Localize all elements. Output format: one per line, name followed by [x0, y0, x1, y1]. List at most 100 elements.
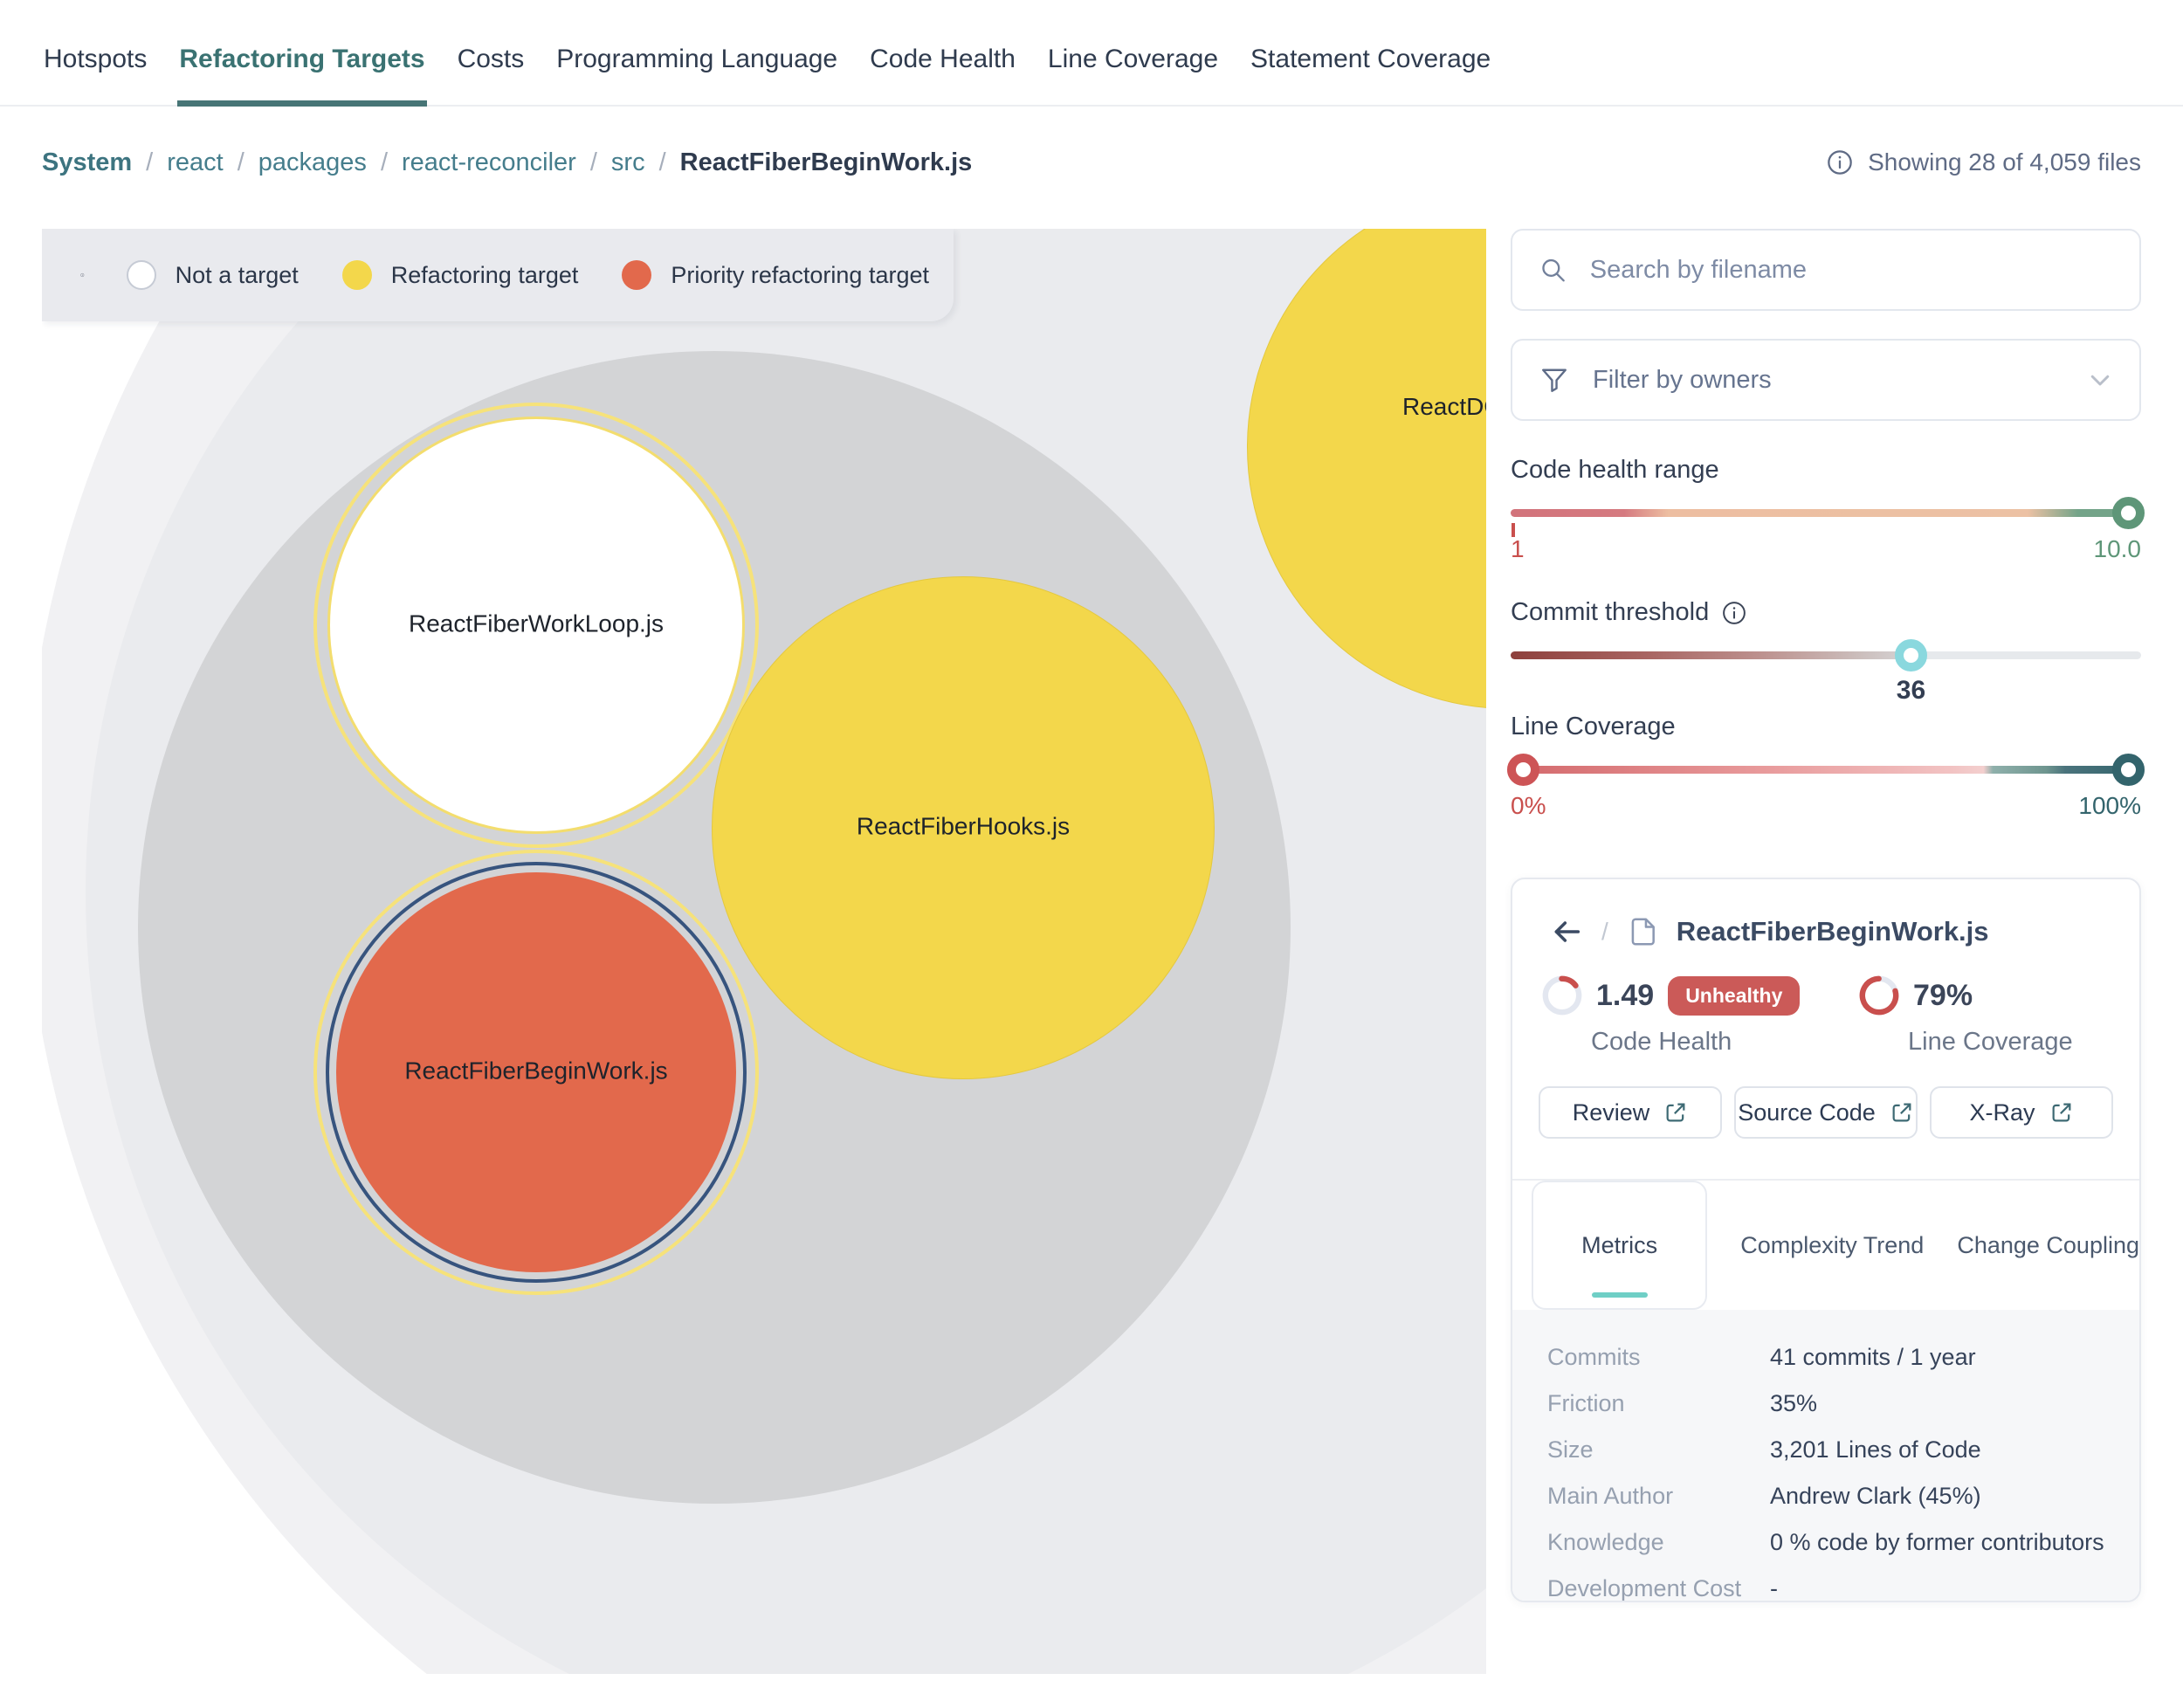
breadcrumb-src[interactable]: src [611, 148, 645, 177]
external-link-icon [1890, 1100, 1914, 1125]
files-summary-text: Showing 28 of 4,059 files [1868, 148, 2141, 176]
tab-complexity-trend[interactable]: Complexity Trend [1740, 1232, 1924, 1259]
slider-track[interactable] [1511, 766, 2141, 774]
unhealthy-badge: Unhealthy [1668, 976, 1800, 1016]
info-icon[interactable] [1826, 148, 1854, 176]
review-button[interactable]: Review [1539, 1086, 1722, 1139]
breadcrumb: System / react / packages / react-reconc… [42, 148, 972, 177]
table-row: Commits 41 commits / 1 year [1547, 1334, 2104, 1381]
breadcrumb-row: System / react / packages / react-reconc… [42, 131, 2141, 194]
circle-packing-visualization: ReactDO ReactFiberWorkLoop.js ReactFiber… [42, 229, 1486, 1674]
breadcrumb-current-file: ReactFiberBeginWork.js [680, 148, 973, 177]
file-circle-label: ReactFiberHooks.js [713, 812, 1214, 840]
line-coverage-value: 79% [1913, 979, 1973, 1013]
code-health-max-value: 10.0 [2094, 535, 2142, 563]
info-icon[interactable] [80, 260, 85, 290]
breadcrumb-react-reconciler[interactable]: react-reconciler [402, 148, 576, 177]
slider-track[interactable] [1511, 651, 2141, 659]
tab-statement-coverage[interactable]: Statement Coverage [1249, 45, 1492, 107]
file-circle-reactfiberworkloop[interactable]: ReactFiberWorkLoop.js [313, 403, 759, 848]
files-summary: Showing 28 of 4,059 files [1826, 148, 2141, 176]
external-link-icon [1663, 1100, 1688, 1125]
active-tab-indicator [1592, 1292, 1648, 1298]
breadcrumb-packages[interactable]: packages [258, 148, 367, 177]
line-coverage-max-value: 100% [2078, 792, 2141, 820]
tab-programming-language[interactable]: Programming Language [554, 45, 839, 107]
metrics-table: Commits 41 commits / 1 year Friction 35%… [1512, 1310, 2139, 1602]
right-panel: Filter by owners Code health range 1 10.… [1511, 229, 2141, 1602]
legend-dot-priority-target [622, 260, 651, 290]
legend-label: Not a target [176, 262, 299, 289]
tab-refactoring-targets[interactable]: Refactoring Targets [177, 45, 426, 107]
refactoring-targets-page: Hotspots Refactoring Targets Costs Progr… [0, 0, 2183, 1708]
back-arrow-icon[interactable] [1549, 914, 1584, 949]
circle-fill [327, 417, 745, 834]
file-circle-reactfiberbeginwork[interactable]: ReactFiberBeginWork.js [313, 850, 759, 1295]
slider-min-handle[interactable] [1507, 754, 1539, 786]
tab-hotspots[interactable]: Hotspots [42, 45, 148, 107]
file-icon [1626, 915, 1659, 948]
file-circle-reactfiberhooks[interactable]: ReactFiberHooks.js [712, 576, 1215, 1079]
slider-handle[interactable] [1895, 639, 1927, 671]
code-health-stat: 1.49 Unhealthy Code Health [1542, 975, 1859, 1057]
commit-threshold-value: 36 [1876, 676, 1945, 706]
search-input[interactable] [1590, 256, 2113, 285]
x-ray-button[interactable]: X-Ray [1930, 1086, 2113, 1139]
legend-label: Priority refactoring target [671, 262, 929, 289]
code-health-range-slider [1511, 495, 2141, 530]
legend-dot-not-a-target [127, 260, 156, 290]
chevron-down-icon [2087, 367, 2113, 393]
line-coverage-min-value: 0% [1511, 792, 1546, 820]
info-icon[interactable] [1721, 600, 1747, 626]
source-code-button[interactable]: Source Code [1734, 1086, 1918, 1139]
code-health-range-label: Code health range [1511, 456, 2141, 485]
file-detail-tabs: Metrics Complexity Trend Change Coupling [1512, 1181, 2139, 1310]
commit-threshold-label: Commit threshold [1511, 598, 2141, 627]
breadcrumb-separator: / [238, 148, 244, 177]
breadcrumb-react[interactable]: react [167, 148, 223, 177]
tab-metrics[interactable]: Metrics [1532, 1181, 1707, 1310]
slider-track[interactable] [1511, 509, 2141, 517]
legend-dot-refactoring-target [342, 260, 372, 290]
file-stats-row: 1.49 Unhealthy Code Health 79% Line Cove… [1512, 949, 2139, 1057]
circle-fill [336, 872, 736, 1272]
legend-label: Refactoring target [391, 262, 579, 289]
table-row: Knowledge 0 % code by former contributor… [1547, 1519, 2104, 1566]
breadcrumb-system[interactable]: System [42, 148, 132, 177]
slider-min-handle[interactable] [1512, 523, 1515, 537]
owners-filter[interactable]: Filter by owners [1511, 339, 2141, 421]
tab-costs[interactable]: Costs [456, 45, 527, 107]
table-row: Size 3,201 Lines of Code [1547, 1427, 2104, 1473]
breadcrumb-separator: / [659, 148, 666, 177]
search-box [1511, 229, 2141, 311]
external-link-icon [2049, 1100, 2074, 1125]
code-health-gauge-icon [1542, 975, 1582, 1016]
slider-max-handle[interactable] [2112, 497, 2145, 529]
line-coverage-gauge-icon [1859, 975, 1899, 1016]
slider-max-handle[interactable] [2112, 754, 2145, 786]
tab-code-health[interactable]: Code Health [868, 45, 1017, 107]
line-coverage-stat: 79% Line Coverage [1859, 975, 2073, 1057]
top-nav: Hotspots Refactoring Targets Costs Progr… [0, 0, 2183, 107]
file-action-buttons: Review Source Code X-Ray [1512, 1057, 2139, 1139]
table-row: Main Author Andrew Clark (45%) [1547, 1473, 2104, 1519]
commit-threshold-slider: 36 [1511, 637, 2141, 672]
line-coverage-slider [1511, 752, 2141, 787]
tab-change-coupling[interactable]: Change Coupling [1957, 1232, 2139, 1259]
filter-icon [1539, 364, 1570, 396]
line-coverage-stat-label: Line Coverage [1908, 1028, 2073, 1057]
table-row: Development Cost - [1547, 1566, 2104, 1602]
search-icon [1539, 254, 1567, 286]
legend: Not a target Refactoring target Priority… [42, 229, 954, 321]
breadcrumb-separator: / [590, 148, 597, 177]
breadcrumb-separator: / [381, 148, 388, 177]
line-coverage-label: Line Coverage [1511, 713, 2141, 741]
path-separator: / [1601, 918, 1608, 946]
file-detail-title: ReactFiberBeginWork.js [1677, 916, 1989, 947]
file-detail-header: / ReactFiberBeginWork.js [1512, 879, 2139, 949]
tab-line-coverage[interactable]: Line Coverage [1046, 45, 1220, 107]
owners-filter-label: Filter by owners [1593, 366, 2064, 395]
code-health-value: 1.49 [1596, 979, 1654, 1013]
table-row: Friction 35% [1547, 1381, 2104, 1427]
breadcrumb-separator: / [146, 148, 153, 177]
